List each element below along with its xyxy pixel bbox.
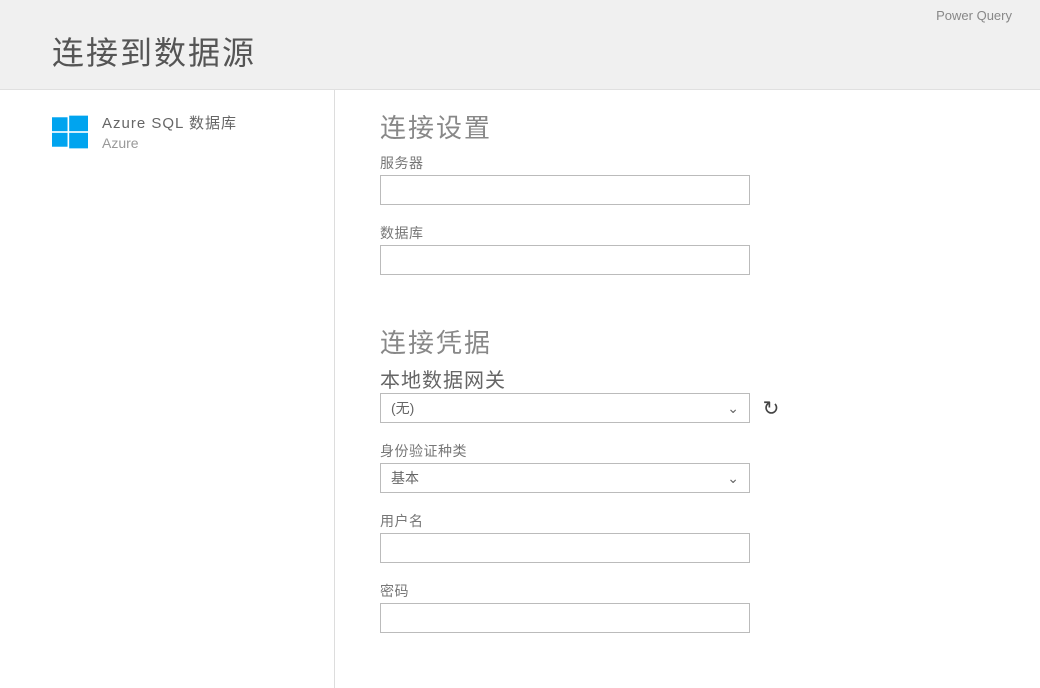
connection-credentials-title: 连接凭据 (380, 323, 1040, 360)
gateway-value: (无) (391, 398, 414, 418)
auth-label: 身份验证种类 (380, 441, 1040, 461)
database-label: 数据库 (380, 223, 1040, 243)
refresh-button[interactable]: ↻ (760, 397, 782, 419)
chevron-down-icon: ⌄ (727, 470, 739, 487)
page-title: 连接到数据源 (0, 0, 1040, 74)
source-subtitle: Azure (102, 135, 237, 151)
server-label: 服务器 (380, 153, 1040, 173)
auth-select[interactable]: 基本 ⌄ (380, 463, 750, 493)
password-input[interactable] (380, 603, 750, 633)
gateway-field: 本地数据网关 (无) ⌄ ↻ (380, 364, 1040, 423)
source-title: Azure SQL 数据库 (102, 112, 237, 133)
source-text: Azure SQL 数据库 Azure (102, 112, 237, 151)
connection-settings-title: 连接设置 (380, 108, 1040, 145)
server-input[interactable] (380, 175, 750, 205)
database-input[interactable] (380, 245, 750, 275)
password-field: 密码 (380, 581, 1040, 633)
server-field: 服务器 (380, 153, 1040, 205)
username-label: 用户名 (380, 511, 1040, 531)
sidebar: Azure SQL 数据库 Azure (0, 90, 335, 688)
username-input[interactable] (380, 533, 750, 563)
data-source-item[interactable]: Azure SQL 数据库 Azure (52, 112, 334, 151)
password-label: 密码 (380, 581, 1040, 601)
windows-icon (52, 114, 88, 150)
username-field: 用户名 (380, 511, 1040, 563)
refresh-icon: ↻ (763, 396, 780, 421)
header: 连接到数据源 Power Query (0, 0, 1040, 90)
auth-value: 基本 (391, 468, 419, 488)
auth-field: 身份验证种类 基本 ⌄ (380, 441, 1040, 493)
main-panel: 连接设置 服务器 数据库 连接凭据 本地数据网关 (无) ⌄ ↻ 身份验证种 (335, 90, 1040, 688)
chevron-down-icon: ⌄ (727, 400, 739, 417)
gateway-select[interactable]: (无) ⌄ (380, 393, 750, 423)
brand-label: Power Query (936, 8, 1012, 23)
gateway-label: 本地数据网关 (380, 364, 1040, 393)
database-field: 数据库 (380, 223, 1040, 275)
content: Azure SQL 数据库 Azure 连接设置 服务器 数据库 连接凭据 本地… (0, 90, 1040, 688)
